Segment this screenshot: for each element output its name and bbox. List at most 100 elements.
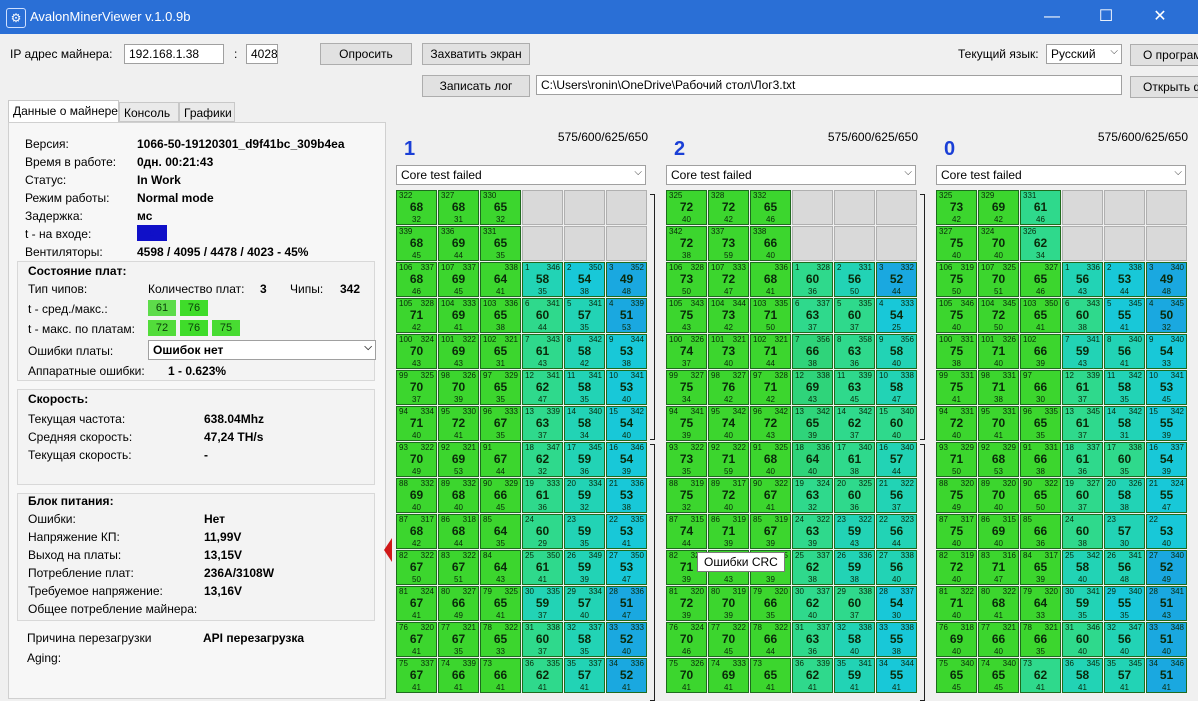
chip-cell[interactable]: 36 335 62 41 <box>522 658 563 693</box>
chip-cell[interactable]: 74 333 69 41 <box>708 658 749 693</box>
chip-cell[interactable]: 101 326 71 40 <box>978 334 1019 369</box>
chip-cell[interactable]: 17 340 61 38 <box>834 442 875 477</box>
chip-cell[interactable]: 83 316 71 47 <box>978 550 1019 585</box>
chip-cell[interactable]: 77 321 67 35 <box>438 622 479 657</box>
chip-cell[interactable]: 7 341 59 43 <box>1062 334 1103 369</box>
chip-cell[interactable]: 87 317 75 40 <box>936 514 977 549</box>
chip-cell[interactable]: 78 322 66 44 <box>750 622 791 657</box>
chip-cell[interactable]: 18 347 62 32 <box>522 442 563 477</box>
chip-cell[interactable]: 14 342 58 31 <box>1104 406 1145 441</box>
chip-cell[interactable]: 104 345 72 50 <box>978 298 1019 333</box>
chip-cell[interactable]: 91 331 66 38 <box>1020 442 1061 477</box>
chip-cell-empty[interactable] <box>1062 190 1103 225</box>
chip-cell[interactable]: 33 348 51 40 <box>1146 622 1187 657</box>
chip-cell[interactable]: 25 337 62 38 <box>792 550 833 585</box>
chip-cell[interactable]: 101 321 73 40 <box>708 334 749 369</box>
chip-cell[interactable]: 31 338 60 37 <box>522 622 563 657</box>
board-status-select[interactable]: Core test failed ⌵ <box>936 165 1186 185</box>
chip-cell[interactable]: 105 328 71 42 <box>396 298 437 333</box>
chip-cell[interactable]: 34 346 51 41 <box>1146 658 1187 693</box>
chip-cell[interactable]: 11 339 63 45 <box>834 370 875 405</box>
chip-cell-empty[interactable] <box>1062 226 1103 261</box>
chip-cell-empty[interactable] <box>1104 190 1145 225</box>
chip-cell[interactable]: 6 343 60 38 <box>1062 298 1103 333</box>
chip-cell[interactable]: 91 67 44 <box>480 442 521 477</box>
chip-cell[interactable]: 22 53 40 <box>1146 514 1187 549</box>
chip-cell[interactable]: 105 346 75 40 <box>936 298 977 333</box>
chip-cell-empty[interactable] <box>792 190 833 225</box>
chip-cell[interactable]: 79 325 65 41 <box>480 586 521 621</box>
chip-cell[interactable]: 4 345 50 32 <box>1146 298 1187 333</box>
chip-cell[interactable]: 73 66 41 <box>480 658 521 693</box>
chip-cell[interactable]: 99 331 75 41 <box>936 370 977 405</box>
chip-cell[interactable]: 1 346 58 35 <box>522 262 563 297</box>
chip-cell[interactable]: 83 322 67 51 <box>438 550 479 585</box>
chip-cell[interactable]: 76 324 70 46 <box>666 622 707 657</box>
chip-cell[interactable]: 6 337 63 37 <box>792 298 833 333</box>
board-status-select[interactable]: Core test failed ⌵ <box>396 165 646 185</box>
chip-cell[interactable]: 82 319 72 40 <box>936 550 977 585</box>
chip-cell[interactable]: 332 65 46 <box>750 190 791 225</box>
chip-cell-empty[interactable] <box>522 190 563 225</box>
chip-cell[interactable]: 89 317 72 40 <box>708 478 749 513</box>
write-log-button[interactable]: Записать лог <box>422 75 530 97</box>
chip-cell[interactable]: 103 350 65 41 <box>1020 298 1061 333</box>
chip-cell[interactable]: 73 65 41 <box>750 658 791 693</box>
chip-cell[interactable]: 97 328 71 42 <box>750 370 791 405</box>
chip-cell[interactable]: 7 356 66 38 <box>792 334 833 369</box>
chip-cell[interactable]: 9 344 53 38 <box>606 334 647 369</box>
chip-cell[interactable]: 9 340 54 33 <box>1146 334 1187 369</box>
chip-cell[interactable]: 76 318 69 40 <box>936 622 977 657</box>
chip-cell[interactable]: 29 338 60 37 <box>834 586 875 621</box>
chip-cell[interactable]: 103 335 71 50 <box>750 298 791 333</box>
chip-cell-empty[interactable] <box>522 226 563 261</box>
chip-cell[interactable]: 99 327 75 34 <box>666 370 707 405</box>
chip-cell[interactable]: 85 64 35 <box>480 514 521 549</box>
close-button[interactable]: ✕ <box>1140 6 1180 28</box>
chip-cell[interactable]: 96 335 65 35 <box>1020 406 1061 441</box>
chip-cell[interactable]: 12 338 69 43 <box>792 370 833 405</box>
chip-cell[interactable]: 26 336 59 38 <box>834 550 875 585</box>
chip-cell[interactable]: 35 341 59 41 <box>834 658 875 693</box>
chip-cell[interactable]: 21 336 53 38 <box>606 478 647 513</box>
chip-cell[interactable]: 106 337 68 46 <box>396 262 437 297</box>
chip-cell[interactable]: 29 340 55 35 <box>1104 586 1145 621</box>
chip-cell[interactable]: 89 320 70 40 <box>978 478 1019 513</box>
chip-cell[interactable]: 80 322 68 41 <box>978 586 1019 621</box>
chip-cell[interactable]: 80 319 70 39 <box>708 586 749 621</box>
chip-cell-empty[interactable] <box>1146 226 1187 261</box>
chip-cell[interactable]: 14 340 58 34 <box>564 406 605 441</box>
chip-cell[interactable]: 95 330 72 41 <box>438 406 479 441</box>
chip-cell[interactable]: 105 343 75 43 <box>666 298 707 333</box>
chip-cell[interactable]: 31 346 60 40 <box>1062 622 1103 657</box>
chip-cell[interactable]: 18 337 61 36 <box>1062 442 1103 477</box>
chip-cell-empty[interactable] <box>876 190 917 225</box>
chip-cell[interactable]: 34 336 52 41 <box>606 658 647 693</box>
chip-cell-empty[interactable] <box>834 226 875 261</box>
chip-cell[interactable]: 17 338 60 35 <box>1104 442 1145 477</box>
chip-cell[interactable]: 25 350 61 41 <box>522 550 563 585</box>
chip-cell[interactable]: 1 328 60 36 <box>792 262 833 297</box>
chip-cell[interactable]: 18 336 64 40 <box>792 442 833 477</box>
chip-cell[interactable]: 24 60 29 <box>522 514 563 549</box>
chip-cell[interactable]: 8 358 63 36 <box>834 334 875 369</box>
chip-cell[interactable]: 325 73 42 <box>936 190 977 225</box>
chip-cell[interactable]: 19 327 60 37 <box>1062 478 1103 513</box>
chip-cell[interactable]: 87 315 74 44 <box>666 514 707 549</box>
chip-cell-empty[interactable] <box>564 190 605 225</box>
chip-cell[interactable]: 85 66 36 <box>1020 514 1061 549</box>
chip-cell[interactable]: 86 315 69 40 <box>978 514 1019 549</box>
chip-cell[interactable]: 36 345 58 41 <box>1062 658 1103 693</box>
chip-cell-empty[interactable] <box>876 226 917 261</box>
chip-cell[interactable]: 3 340 49 48 <box>1146 262 1187 297</box>
chip-cell[interactable]: 15 342 55 39 <box>1146 406 1187 441</box>
chip-cell[interactable]: 32 337 58 35 <box>564 622 605 657</box>
chip-cell[interactable]: 30 335 59 37 <box>522 586 563 621</box>
chip-cell[interactable]: 324 70 40 <box>978 226 1019 261</box>
chip-cell[interactable]: 107 337 69 45 <box>438 262 479 297</box>
chip-cell[interactable]: 86 318 68 44 <box>438 514 479 549</box>
chip-cell[interactable]: 87 317 68 42 <box>396 514 437 549</box>
chip-cell[interactable]: 100 324 70 43 <box>396 334 437 369</box>
chip-cell[interactable]: 32 338 58 40 <box>834 622 875 657</box>
chip-cell[interactable]: 336 68 41 <box>750 262 791 297</box>
